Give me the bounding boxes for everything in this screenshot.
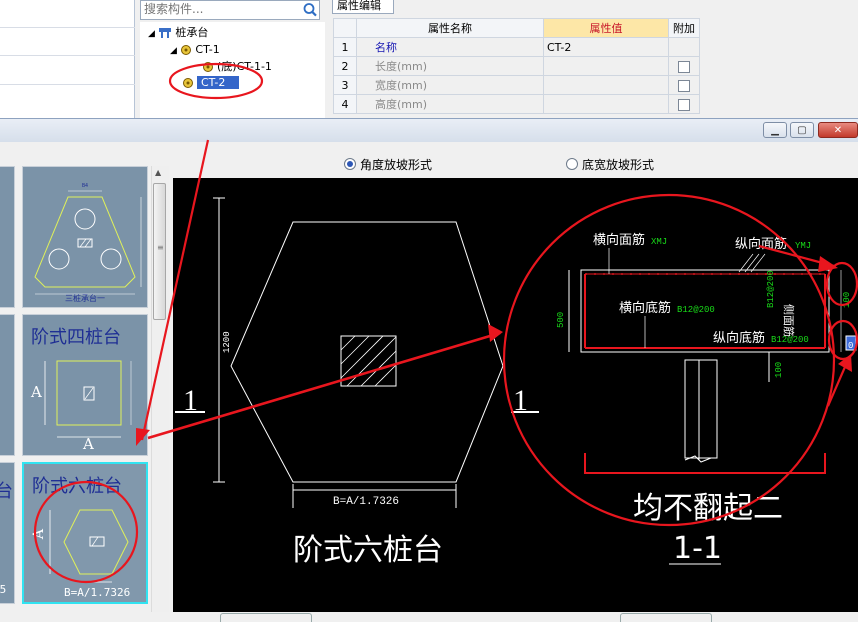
arrow-head-icon [818, 256, 838, 272]
arrow-head-icon [488, 324, 503, 342]
highlight-ellipse-thumb [33, 480, 139, 584]
highlight-ellipse-section [502, 193, 836, 527]
highlight-ellipse-ct2 [168, 62, 264, 100]
annotation-overlay [33, 62, 858, 584]
